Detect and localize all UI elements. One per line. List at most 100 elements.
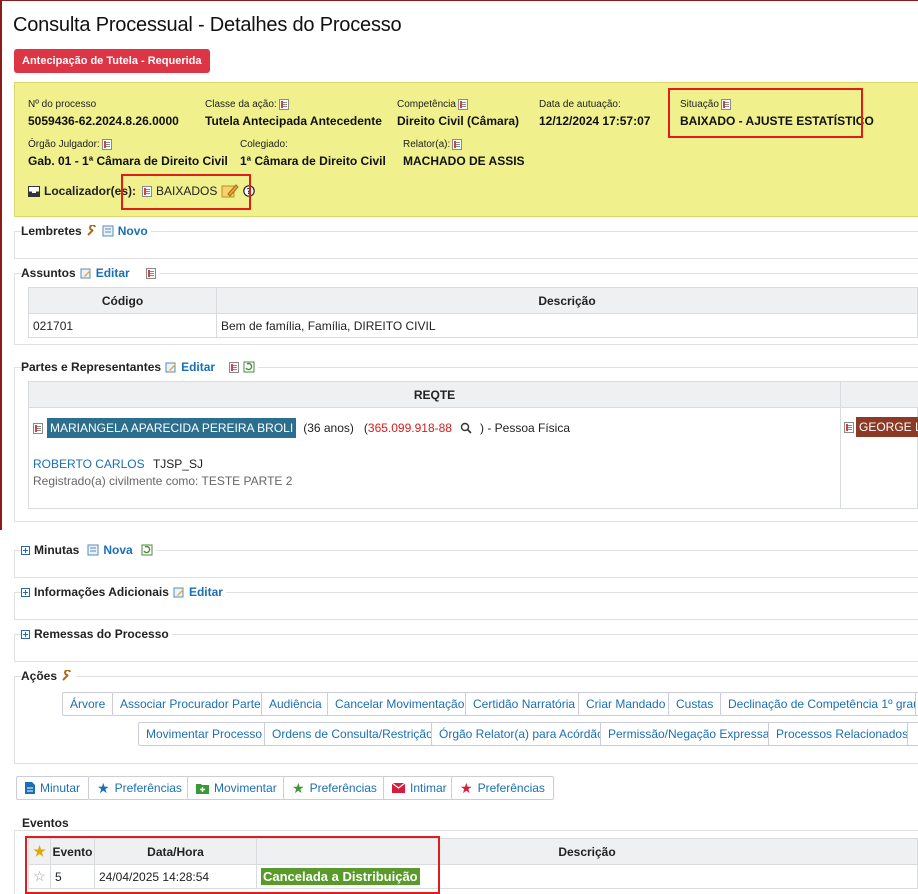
lembretes-header: Lembretes Novo (21, 224, 151, 238)
edit-icon[interactable] (165, 361, 177, 373)
colegiado-value: 1ª Câmara de Direito Civil (240, 154, 386, 168)
col-other (840, 382, 918, 408)
data-label: Data de autuação: (539, 99, 621, 110)
expand-icon[interactable] (21, 545, 30, 555)
competencia-value: Direito Civil (Câmara) (397, 114, 520, 128)
cell-descricao: Bem de família, Família, DIREITO CIVIL (216, 313, 918, 338)
outra-parte-nome[interactable]: GEORGE LU (856, 417, 918, 437)
numero-value[interactable]: 5059436-62.2024.8.26.0000 (28, 114, 179, 128)
document-icon[interactable] (452, 139, 463, 150)
page-title: Consulta Processual - Detalhes do Proces… (13, 14, 402, 36)
remessas-header: Remessas do Processo (21, 627, 172, 641)
document-icon[interactable] (33, 422, 43, 434)
new-doc-icon[interactable] (87, 544, 99, 556)
partes-title: Partes e Representantes (21, 360, 162, 374)
info-adicionais-header: Informações Adicionais Editar (21, 585, 226, 599)
minutar-label: Minutar (40, 781, 81, 795)
minutas-section: Minutas Nova (14, 543, 918, 578)
expand-icon[interactable] (21, 629, 30, 639)
action-audiencia[interactable]: Audiência (261, 692, 330, 716)
document-icon[interactable] (844, 421, 854, 433)
wrench-icon[interactable] (61, 670, 73, 682)
action-processos-relacionados[interactable]: Processos Relacionados (768, 722, 917, 746)
action-movimentar-processo[interactable]: Movimentar Processo (138, 722, 271, 746)
action-cancelar-movimentacao[interactable]: Cancelar Movimentação (327, 692, 473, 716)
edit-icon[interactable] (173, 586, 185, 598)
folder-plus-icon (196, 783, 209, 794)
partes-editar-link[interactable]: Editar (181, 360, 215, 374)
assuntos-title: Assuntos (21, 266, 76, 280)
classe-value: Tutela Antecipada Antecedente (205, 114, 382, 128)
info-adicionais-section: Informações Adicionais Editar (14, 585, 918, 620)
minutas-nova-link[interactable]: Nova (103, 543, 132, 557)
field-competencia: Competência Direito Civil (Câmara) (397, 99, 519, 128)
info-adicionais-editar-link[interactable]: Editar (189, 585, 223, 599)
column-divider (840, 408, 841, 509)
new-doc-icon[interactable] (102, 225, 114, 237)
action-overflow[interactable] (907, 722, 918, 746)
action-custas[interactable]: Custas (668, 692, 722, 716)
intimar-label: Intimar (410, 781, 447, 795)
acoes-title: Ações (21, 669, 58, 683)
parte-cpf[interactable]: 365.099.918-88 (368, 421, 452, 435)
action-orgao-relator[interactable]: Órgão Relator(a) para Acórdão (431, 722, 612, 746)
parte-nome[interactable]: MARIANGELA APARECIDA PEREIRA BROLI (47, 418, 297, 438)
advogado-org: TJSP_SJ (152, 457, 203, 471)
document-icon[interactable] (229, 361, 240, 373)
assuntos-table: Código Descrição 021701 Bem de família, … (28, 287, 918, 338)
window-top-border (0, 0, 918, 1)
parte-tipo: ) - Pessoa Física (479, 421, 571, 435)
movimentar-button[interactable]: Movimentar (187, 776, 286, 800)
action-permissao-negacao[interactable]: Permissão/Negação Expressa (600, 722, 778, 746)
parte-row: MARIANGELA APARECIDA PEREIRA BROLI (36 a… (33, 418, 570, 438)
minutas-title: Minutas (34, 543, 80, 557)
inbox-icon (28, 185, 40, 197)
action-arvore[interactable]: Árvore (62, 692, 114, 716)
action-criar-mandado[interactable]: Criar Mandado (578, 692, 674, 716)
preferencias-minutar-button[interactable]: ★ Preferências (88, 776, 191, 800)
assuntos-editar-link[interactable]: Editar (96, 266, 130, 280)
refresh-icon[interactable] (243, 361, 255, 373)
numero-label: Nº do processo (28, 99, 97, 110)
document-icon[interactable] (278, 99, 289, 110)
action-certidao-narratoria[interactable]: Certidão Narratória (465, 692, 584, 716)
search-icon[interactable] (460, 422, 472, 434)
action-associar-procurador[interactable]: Associar Procurador Parte (112, 692, 269, 716)
lembretes-novo-link[interactable]: Novo (118, 224, 148, 238)
document-icon[interactable] (145, 267, 156, 279)
advogado-link[interactable]: ROBERTO CARLOS (33, 457, 145, 471)
colegiado-label: Colegiado: (240, 139, 288, 150)
star-icon: ★ (292, 780, 305, 796)
minutar-button[interactable]: Minutar (16, 776, 90, 800)
classe-label: Classe da ação: (205, 99, 277, 110)
relator-value: MACHADO DE ASSIS (403, 154, 525, 168)
acoes-section: Ações (14, 669, 918, 764)
acoes-header: Ações (21, 669, 77, 683)
highlight-box-localizador (121, 174, 251, 210)
preferencias-movimentar-button[interactable]: ★ Preferências (283, 776, 386, 800)
partes-table: REQTE MARIANGELA APARECIDA PEREIRA BROLI… (28, 381, 918, 509)
lembretes-section: Lembretes Novo (14, 224, 918, 259)
window-left-border (0, 0, 2, 530)
field-colegiado: Colegiado: 1ª Câmara de Direito Civil (240, 139, 386, 168)
intimar-button[interactable]: Intimar (383, 776, 456, 800)
registro-civil: Registrado(a) civilmente como: TESTE PAR… (33, 474, 293, 488)
outra-parte-row: GEORGE LU (844, 417, 918, 437)
highlight-box-eventos (25, 836, 440, 894)
minutas-header: Minutas Nova (21, 543, 156, 557)
wrench-icon[interactable] (86, 225, 98, 237)
parte-idade: (36 anos) (303, 421, 354, 435)
refresh-icon[interactable] (141, 544, 153, 556)
envelope-icon (392, 783, 405, 793)
field-orgao: Órgão Julgador: Gab. 01 - 1ª Câmara de D… (28, 139, 228, 168)
edit-icon[interactable] (80, 267, 92, 279)
action-declinacao[interactable]: Declinação de Competência 1º grau (720, 692, 918, 716)
document-icon[interactable] (101, 139, 112, 150)
orgao-label: Órgão Julgador: (28, 139, 100, 150)
assuntos-header: Assuntos Editar (21, 266, 159, 280)
action-ordens-consulta[interactable]: Ordens de Consulta/Restrição (264, 722, 441, 746)
info-adicionais-title: Informações Adicionais (34, 585, 169, 599)
expand-icon[interactable] (21, 587, 30, 597)
document-icon[interactable] (457, 99, 468, 110)
preferencias-intimar-button[interactable]: ★ Preferências (451, 776, 554, 800)
